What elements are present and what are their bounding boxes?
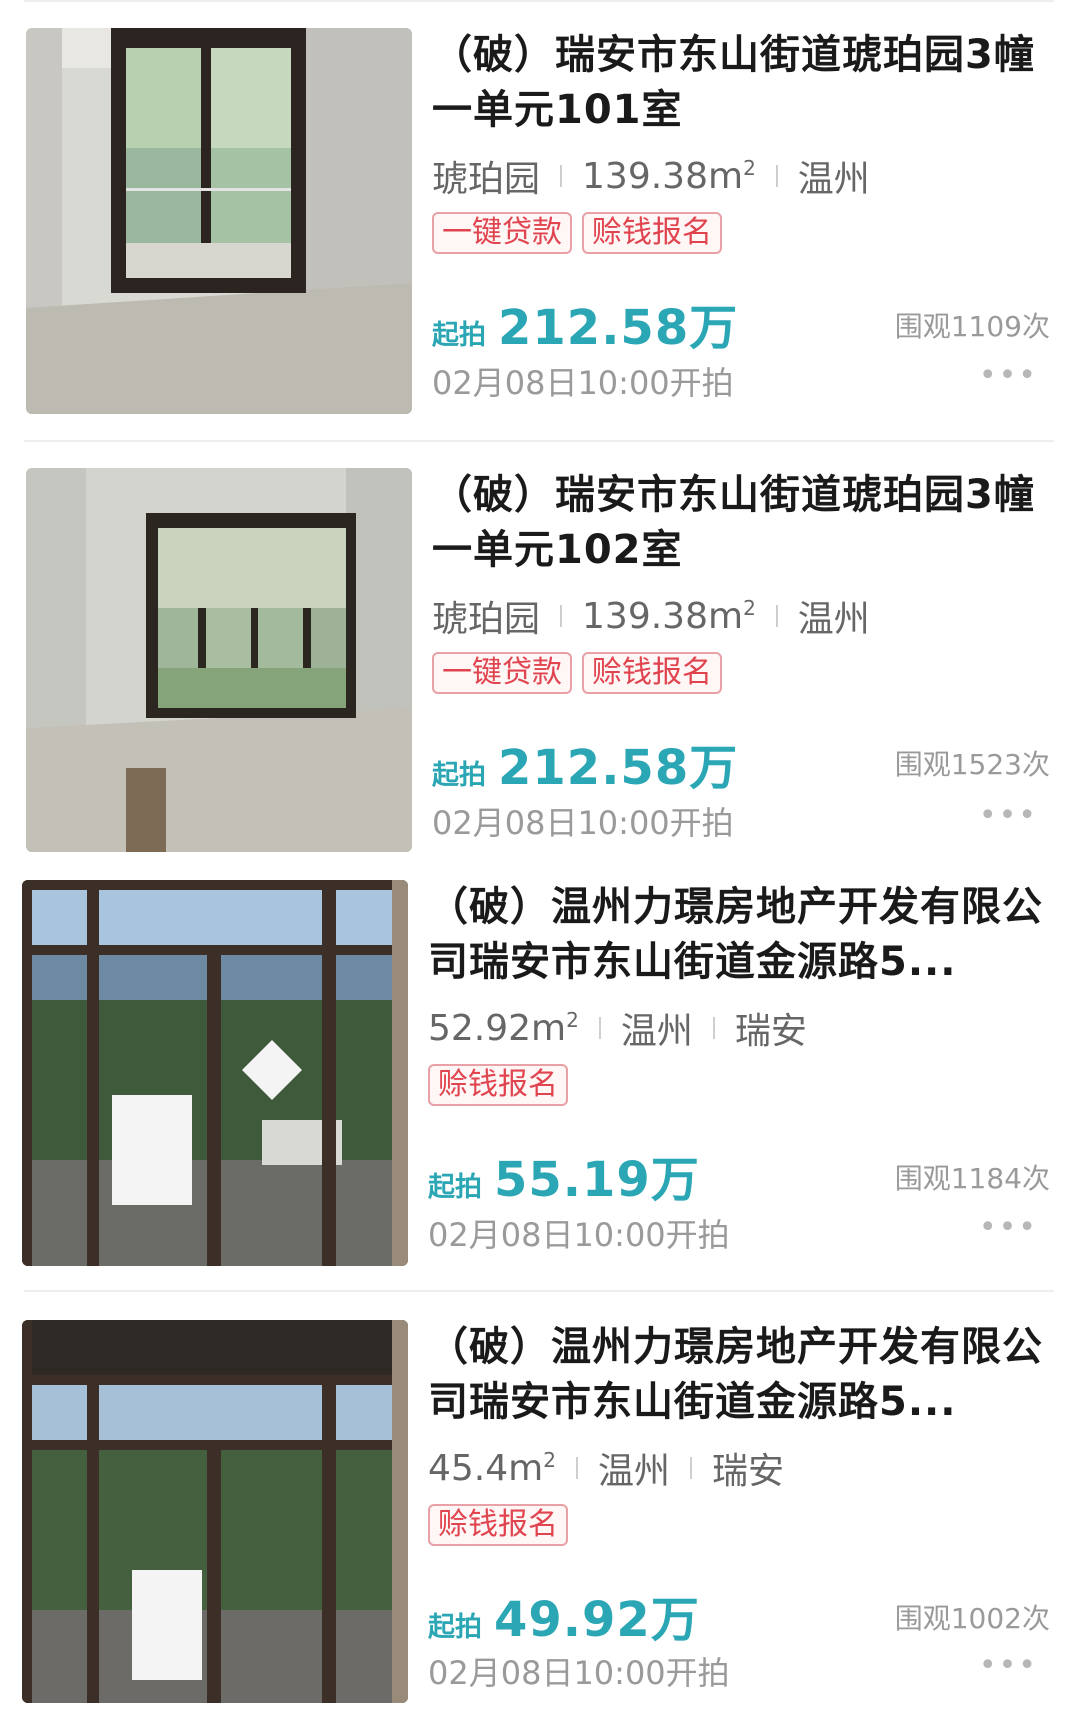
starting-price: 起拍 212.58万 [432, 728, 738, 798]
view-count: 围观1002次 [894, 1602, 1050, 1635]
meta-community: 琥珀园 [432, 599, 541, 640]
meta-area: 139.38m2 [582, 155, 756, 197]
tag-group: 一键贷款 赊钱报名 [432, 652, 722, 694]
auction-time: 02月08日10:00开拍 [428, 1654, 730, 1692]
listing-thumbnail[interactable] [26, 468, 412, 852]
meta-separator [575, 1457, 578, 1479]
auction-time: 02月08日10:00开拍 [432, 364, 734, 402]
meta-city: 温州 [797, 159, 870, 200]
listing-title[interactable]: （破）瑞安市东山街道琥珀园3幢一单元102室 [432, 468, 1052, 578]
tag-group: 赊钱报名 [428, 1064, 568, 1106]
listing-card[interactable]: （破）温州力璟房地产开发有限公司瑞安市东山街道金源路5... 45.4m2 温州… [0, 1290, 1080, 1713]
tag-group: 一键贷款 赊钱报名 [432, 212, 722, 254]
credit-signup-tag[interactable]: 赊钱报名 [582, 652, 722, 694]
view-count: 围观1184次 [894, 1162, 1050, 1195]
meta-area: 45.4m2 [428, 1447, 556, 1489]
loan-tag[interactable]: 一键贷款 [432, 212, 572, 254]
listing-thumbnail[interactable] [22, 880, 408, 1266]
listing-meta: 45.4m2 温州 瑞安 [428, 1442, 784, 1494]
meta-area: 52.92m2 [428, 1007, 579, 1049]
meta-separator [775, 165, 778, 187]
listing-card[interactable]: （破）温州力璟房地产开发有限公司瑞安市东山街道金源路5... 52.92m2 温… [0, 860, 1080, 1290]
meta-separator [560, 605, 563, 627]
listing-title[interactable]: （破）瑞安市东山街道琥珀园3幢一单元101室 [432, 28, 1052, 138]
meta-separator [689, 1457, 692, 1479]
meta-separator [712, 1017, 715, 1039]
meta-community: 琥珀园 [432, 159, 541, 200]
listing-meta: 52.92m2 温州 瑞安 [428, 1002, 807, 1054]
credit-signup-tag[interactable]: 赊钱报名 [428, 1064, 568, 1106]
credit-signup-tag[interactable]: 赊钱报名 [582, 212, 722, 254]
tag-group: 赊钱报名 [428, 1504, 568, 1546]
meta-district: 瑞安 [734, 1011, 807, 1052]
starting-price: 起拍 49.92万 [428, 1580, 700, 1650]
view-count: 围观1523次 [894, 748, 1050, 781]
price-label: 起拍 [428, 1172, 482, 1203]
meta-city: 温州 [797, 599, 870, 640]
meta-area: 139.38m2 [582, 595, 756, 637]
listing-thumbnail[interactable] [26, 28, 412, 414]
price-value: 49.92万 [494, 1592, 700, 1648]
price-value: 55.19万 [494, 1152, 700, 1208]
listing-meta: 琥珀园 139.38m2 温州 [432, 150, 870, 202]
view-count: 围观1109次 [894, 310, 1050, 343]
ellipsis-icon[interactable]: ••• [979, 798, 1038, 833]
starting-price: 起拍 212.58万 [432, 288, 738, 358]
price-label: 起拍 [432, 760, 486, 791]
credit-signup-tag[interactable]: 赊钱报名 [428, 1504, 568, 1546]
ellipsis-icon[interactable]: ••• [979, 358, 1038, 393]
meta-city: 温州 [620, 1011, 693, 1052]
ellipsis-icon[interactable]: ••• [979, 1648, 1038, 1683]
price-value: 212.58万 [498, 740, 739, 796]
meta-separator [775, 605, 778, 627]
price-label: 起拍 [428, 1612, 482, 1643]
ellipsis-icon[interactable]: ••• [979, 1210, 1038, 1245]
meta-district: 瑞安 [711, 1451, 784, 1492]
listing-thumbnail[interactable] [22, 1320, 408, 1703]
auction-time: 02月08日10:00开拍 [432, 804, 734, 842]
listing-meta: 琥珀园 139.38m2 温州 [432, 590, 870, 642]
meta-separator [598, 1017, 601, 1039]
listing-title[interactable]: （破）温州力璟房地产开发有限公司瑞安市东山街道金源路5... [428, 1320, 1048, 1430]
loan-tag[interactable]: 一键贷款 [432, 652, 572, 694]
meta-city: 温州 [597, 1451, 670, 1492]
listing-card[interactable]: （破）瑞安市东山街道琥珀园3幢一单元101室 琥珀园 139.38m2 温州 一… [0, 0, 1080, 440]
starting-price: 起拍 55.19万 [428, 1140, 700, 1210]
price-label: 起拍 [432, 320, 486, 351]
auction-time: 02月08日10:00开拍 [428, 1216, 730, 1254]
price-value: 212.58万 [498, 300, 739, 356]
meta-separator [560, 165, 563, 187]
listing-title[interactable]: （破）温州力璟房地产开发有限公司瑞安市东山街道金源路5... [428, 880, 1048, 990]
listing-card[interactable]: （破）瑞安市东山街道琥珀园3幢一单元102室 琥珀园 139.38m2 温州 一… [0, 440, 1080, 860]
